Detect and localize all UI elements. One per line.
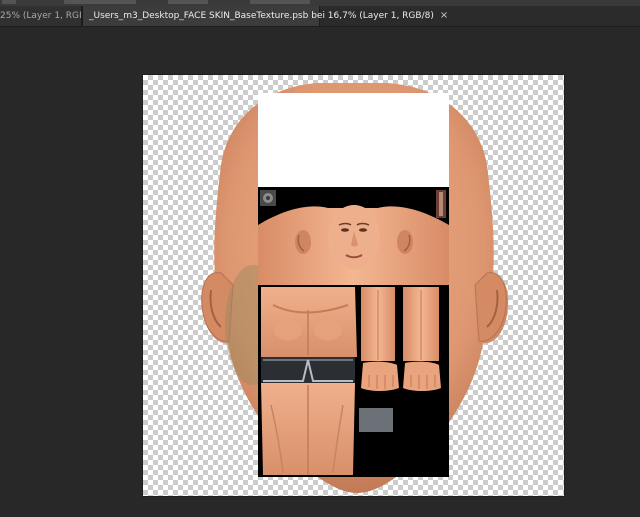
uv-blank-region bbox=[258, 93, 449, 187]
options-field[interactable] bbox=[250, 0, 310, 4]
canvas-workspace[interactable] bbox=[0, 27, 640, 517]
document-tab-bar: 25% (Layer 1, RGB/8) * × _Users_m3_Deskt… bbox=[0, 6, 640, 27]
options-field[interactable] bbox=[168, 0, 208, 4]
tab-document-active[interactable]: _Users_m3_Desktop_FACE SKIN_BaseTexture.… bbox=[82, 6, 448, 26]
tab-label: _Users_m3_Desktop_FACE SKIN_BaseTexture.… bbox=[89, 11, 434, 21]
torso-texture bbox=[261, 287, 357, 357]
texture-artwork bbox=[201, 83, 509, 493]
photoshop-window: 25% (Layer 1, RGB/8) * × _Users_m3_Deskt… bbox=[0, 0, 640, 517]
tab-document-1[interactable]: 25% (Layer 1, RGB/8) * × bbox=[0, 6, 82, 26]
document-canvas[interactable] bbox=[143, 75, 564, 496]
grey-patch bbox=[359, 408, 393, 432]
tool-preset-icon[interactable] bbox=[2, 0, 16, 4]
options-field[interactable] bbox=[64, 0, 136, 4]
tab-label: 25% (Layer 1, RGB/8) * bbox=[0, 11, 81, 21]
close-icon[interactable]: × bbox=[440, 11, 448, 21]
